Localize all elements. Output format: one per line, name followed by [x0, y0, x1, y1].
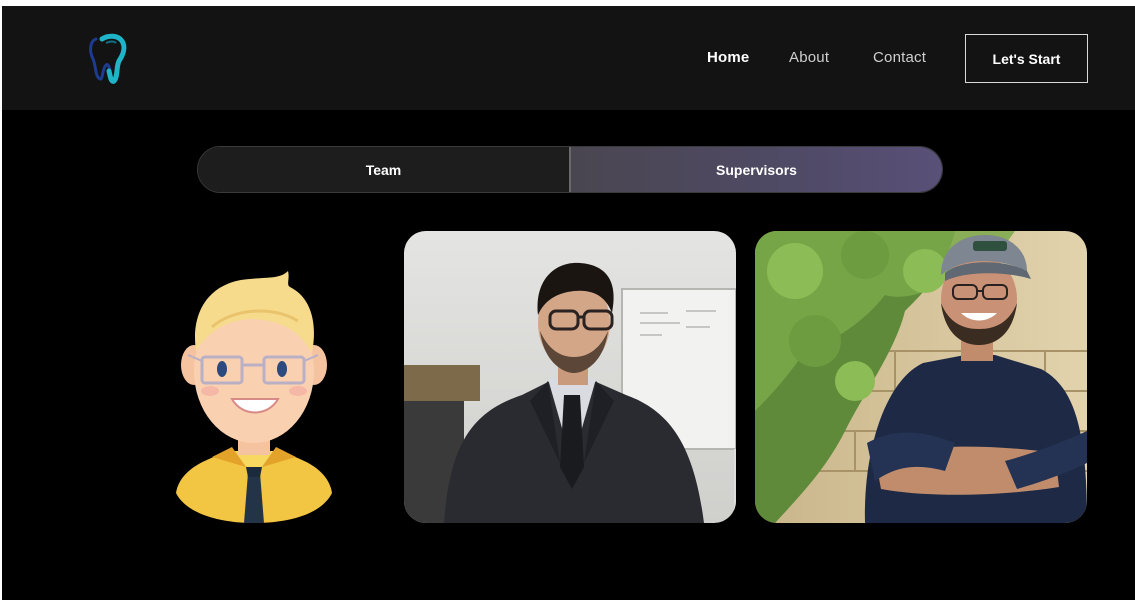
lets-start-button[interactable]: Let's Start [965, 34, 1088, 83]
team-supervisors-toggle: Team Supervisors [197, 146, 943, 193]
nav-contact-link[interactable]: Contact [873, 49, 926, 66]
nav-home-link[interactable]: Home [707, 49, 749, 66]
tab-supervisors[interactable]: Supervisors [571, 147, 942, 192]
page-frame: Home About Contact Let's Start Team Supe… [2, 6, 1135, 600]
navbar: Home About Contact Let's Start [2, 6, 1135, 110]
tab-team[interactable]: Team [198, 147, 571, 192]
supervisor-photo-1 [404, 231, 736, 523]
nav-about-link[interactable]: About [789, 49, 829, 66]
cartoon-avatar-image [172, 261, 337, 523]
supervisor-photo-2 [755, 231, 1087, 523]
tooth-logo-icon[interactable] [88, 33, 130, 85]
